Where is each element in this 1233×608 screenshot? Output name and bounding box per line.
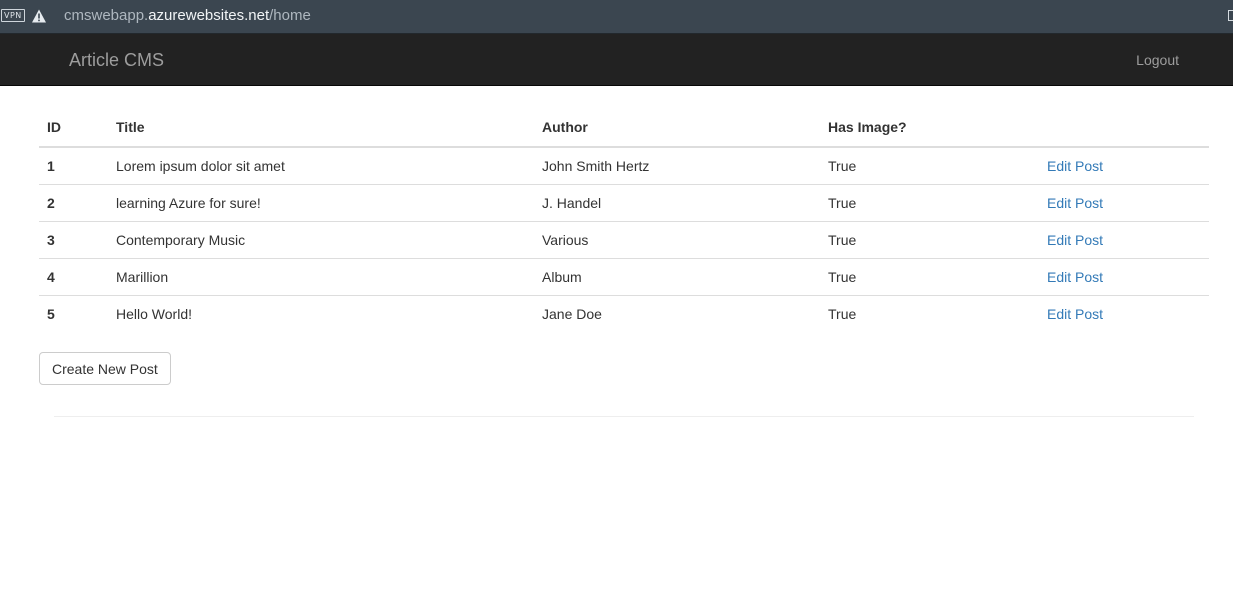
edit-post-link[interactable]: Edit Post [1047, 269, 1103, 285]
post-title: Lorem ipsum dolor sit amet [116, 158, 285, 174]
post-id: 2 [39, 184, 108, 222]
header-id: ID [39, 110, 108, 148]
post-action-cell: Edit Post [1039, 184, 1209, 222]
brand-link[interactable]: Article CMS [69, 49, 164, 71]
posts-section: ID Title Author Has Image? 1 Lorem ipsum… [39, 110, 1209, 332]
post-has-image: True [820, 295, 1039, 332]
post-author: J. Handel [534, 184, 820, 222]
header-actions [1039, 110, 1209, 148]
post-id: 5 [39, 295, 108, 332]
footer-divider [54, 416, 1194, 417]
browser-address-bar: VPN cmswebapp.azurewebsites.net/home [0, 0, 1233, 34]
table-row: 5 Hello World! Jane Doe True Edit Post [39, 295, 1209, 332]
post-has-image: True [820, 221, 1039, 259]
create-new-post-button[interactable]: Create New Post [39, 352, 171, 385]
post-id: 1 [47, 158, 55, 174]
post-author: Various [534, 221, 820, 259]
table-row: 2 learning Azure for sure! J. Handel Tru… [39, 184, 1209, 222]
post-author: Jane Doe [534, 295, 820, 332]
post-action-cell: Edit Post [1039, 221, 1209, 259]
url-host: azurewebsites.net [148, 7, 270, 24]
post-action-cell: Edit Post [1039, 295, 1209, 332]
edit-post-link[interactable]: Edit Post [1047, 306, 1103, 322]
table-row: 4 Marillion Album True Edit Post [39, 258, 1209, 296]
edit-post-link[interactable]: Edit Post [1047, 195, 1103, 211]
post-has-image: True [828, 158, 857, 174]
table-row: 1 Lorem ipsum dolor sit amet John Smith … [39, 147, 1209, 185]
url-field[interactable]: cmswebapp.azurewebsites.net/home [64, 7, 311, 25]
edit-post-link[interactable]: Edit Post [1047, 232, 1103, 248]
url-path: /home [269, 7, 311, 24]
post-author: John Smith Hertz [542, 158, 650, 174]
app-navbar: Article CMS Logout [0, 34, 1233, 86]
post-title: Hello World! [108, 295, 534, 332]
post-has-image: True [820, 258, 1039, 296]
vpn-badge[interactable]: VPN [1, 9, 25, 22]
post-author: Album [534, 258, 820, 296]
post-action-cell: Edit Post [1039, 147, 1209, 185]
warning-icon[interactable] [31, 8, 47, 24]
header-has-image: Has Image? [820, 110, 1039, 148]
post-action-cell: Edit Post [1039, 258, 1209, 296]
post-title: learning Azure for sure! [108, 184, 534, 222]
post-title: Contemporary Music [108, 221, 534, 259]
url-prefix: cmswebapp. [64, 7, 149, 24]
post-id: 4 [39, 258, 108, 296]
logout-link[interactable]: Logout [1136, 51, 1179, 69]
table-row: 3 Contemporary Music Various True Edit P… [39, 221, 1209, 259]
post-has-image: True [820, 184, 1039, 222]
post-id: 3 [39, 221, 108, 259]
header-title: Title [108, 110, 534, 148]
extension-icon[interactable] [1228, 10, 1233, 21]
posts-table: ID Title Author Has Image? 1 Lorem ipsum… [39, 110, 1209, 332]
edit-post-link[interactable]: Edit Post [1047, 158, 1103, 174]
post-title: Marillion [108, 258, 534, 296]
header-author: Author [534, 110, 820, 148]
table-header-row: ID Title Author Has Image? [39, 110, 1209, 148]
